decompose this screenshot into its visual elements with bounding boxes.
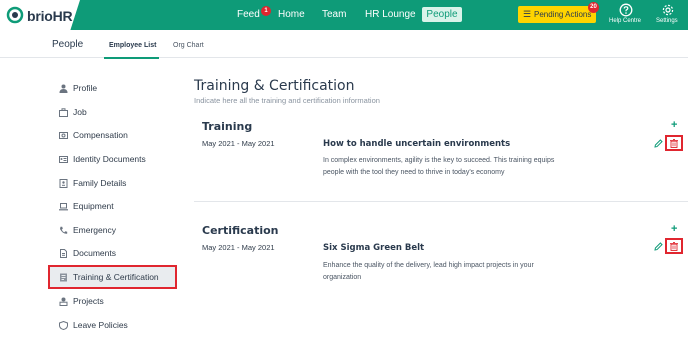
nav-home[interactable]: Home [278, 9, 305, 20]
contact-book-icon [59, 179, 68, 188]
delete-training-button[interactable] [665, 135, 683, 151]
section-title-people: People [52, 39, 84, 50]
sidebar-item-family-details[interactable]: Family Details [59, 176, 169, 192]
nav-feed[interactable]: Feed [237, 9, 260, 20]
certification-date-range: May 2021 - May 2021 [202, 243, 275, 252]
phone-icon [60, 226, 68, 234]
trash-icon [670, 139, 678, 148]
sidebar-item-compensation[interactable]: Compensation [59, 128, 169, 144]
sidebar-item-label: Compensation [73, 130, 128, 140]
nav-hr-lounge[interactable]: HR Lounge [365, 9, 416, 20]
user-icon [59, 84, 68, 93]
pending-actions-label: Pending Actions [534, 10, 592, 19]
laptop-icon [59, 203, 68, 211]
sidebar-item-training-certification[interactable]: Training & Certification [59, 270, 169, 286]
sidebar-item-equipment[interactable]: Equipment [59, 199, 169, 215]
sidebar-item-label: Leave Policies [73, 320, 128, 330]
sidebar-item-label: Profile [73, 83, 98, 93]
pending-actions-button[interactable]: ☰ Pending Actions [518, 6, 596, 23]
sidebar-item-projects[interactable]: Projects [59, 294, 169, 310]
nav-people[interactable]: People [422, 7, 462, 22]
help-centre-label[interactable]: Help Centre [609, 18, 641, 24]
active-tab-indicator [104, 57, 159, 59]
certification-entry-description: Enhance the quality of the delivery, lea… [323, 262, 534, 281]
trash-icon [670, 242, 678, 251]
feed-notification-badge: 1 [261, 6, 271, 16]
nav-team[interactable]: Team [322, 9, 346, 20]
pencil-icon[interactable] [654, 139, 663, 148]
add-training-button[interactable]: + [671, 119, 677, 131]
sidebar-item-label: Emergency [73, 225, 116, 235]
training-entry-title: How to handle uncertain environments [323, 139, 511, 149]
briefcase-icon [59, 108, 68, 117]
sub-navigation-bar: People Employee List Org Chart [0, 30, 688, 59]
tab-org-chart[interactable]: Org Chart [173, 42, 204, 49]
section-divider [194, 201, 688, 202]
document-icon [60, 249, 67, 258]
money-icon [59, 132, 68, 139]
sidebar-item-label: Training & Certification [73, 272, 159, 282]
top-navigation-bar: brioHR Feed 1 Home Team HR Lounge People… [0, 0, 688, 30]
add-certification-button[interactable]: + [671, 223, 677, 235]
sidebar-item-documents[interactable]: Documents [59, 246, 169, 262]
question-icon[interactable] [619, 3, 633, 17]
policy-icon [59, 321, 68, 330]
gear-icon[interactable] [661, 3, 675, 17]
sidebar-item-label: Identity Documents [73, 154, 146, 164]
certificate-icon [60, 273, 67, 282]
sidebar-item-job[interactable]: Job [59, 105, 169, 121]
list-icon: ☰ [523, 9, 532, 19]
certification-entry-title: Six Sigma Green Belt [323, 243, 425, 253]
sidebar-item-label: Family Details [73, 178, 127, 188]
delete-certification-button[interactable] [665, 238, 683, 254]
sidebar-item-identity-documents[interactable]: Identity Documents [59, 152, 169, 168]
training-date-range: May 2021 - May 2021 [202, 139, 275, 148]
id-card-icon [59, 156, 68, 163]
settings-label[interactable]: Settings [656, 18, 678, 24]
sidebar-item-label: Projects [73, 296, 104, 306]
logo[interactable]: brioHR [0, 0, 80, 30]
sidebar-item-emergency[interactable]: Emergency [59, 223, 169, 239]
page-title: Training & Certification [194, 78, 355, 94]
sidebar-item-leave-policies[interactable]: Leave Policies [59, 318, 169, 334]
training-entry-description: In complex environments, agility is the … [323, 157, 555, 176]
sidebar-item-profile[interactable]: Profile [59, 81, 169, 97]
brio-logo-icon [6, 6, 24, 24]
tab-employee-list[interactable]: Employee List [109, 42, 156, 49]
sidebar-item-label: Documents [73, 248, 116, 258]
logo-text: brioHR [27, 8, 73, 24]
sidebar-item-label: Job [73, 107, 87, 117]
project-icon [59, 297, 68, 306]
training-section-title: Training [202, 120, 253, 133]
pencil-icon[interactable] [654, 242, 663, 251]
sidebar-item-label: Equipment [73, 201, 114, 211]
certification-section-title: Certification [202, 224, 279, 237]
pending-actions-badge: 20 [588, 2, 599, 13]
page-subtitle: Indicate here all the training and certi… [194, 96, 380, 105]
